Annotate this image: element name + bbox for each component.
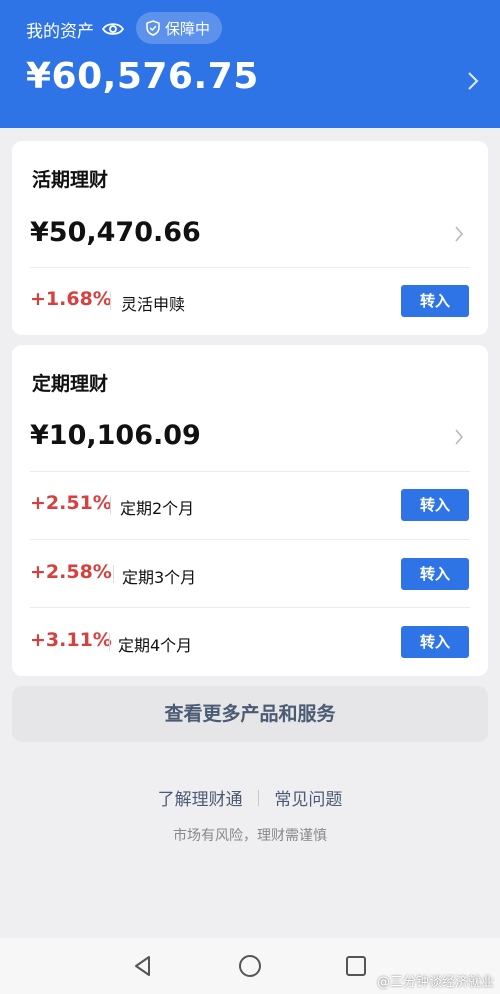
guard-label: 保障中: [165, 19, 211, 38]
chevron-right-icon[interactable]: [454, 428, 464, 446]
chevron-right-icon[interactable]: [454, 225, 464, 243]
recent-square-icon[interactable]: [342, 952, 370, 980]
product-row: +3.11% 定期4个月 转入: [12, 617, 488, 667]
divider: [113, 565, 114, 583]
shield-check-icon: [146, 20, 160, 36]
fixed-amount[interactable]: ¥10,106.09: [30, 420, 201, 451]
faq-link[interactable]: 常见问题: [274, 785, 342, 810]
divider: [30, 539, 470, 540]
asset-label: 我的资产: [26, 21, 94, 42]
guard-badge[interactable]: 保障中: [136, 12, 223, 44]
asset-label-row: 我的资产: [26, 14, 124, 44]
product-rate: +2.58%: [30, 561, 112, 583]
product-rate: +2.51%: [30, 492, 112, 514]
fixed-finance-card: 定期理财 ¥10,106.09 +2.51% 定期2个月 转入 +2.58% 定…: [12, 345, 488, 676]
product-label: 定期2个月: [120, 499, 195, 518]
divider: [30, 607, 470, 608]
current-card-title: 活期理财: [32, 169, 109, 191]
chevron-right-icon[interactable]: [466, 70, 480, 92]
transfer-in-button[interactable]: 转入: [401, 626, 469, 658]
product-rate: +3.11%: [30, 629, 112, 651]
product-row: +2.58% 定期3个月 转入: [12, 549, 488, 599]
divider: [30, 267, 470, 268]
asset-header: 我的资产 保障中 ¥60,576.75: [0, 0, 500, 128]
more-products-button[interactable]: 查看更多产品和服务: [12, 686, 488, 742]
watermark: @三分钟谈经济就业: [376, 975, 494, 990]
system-navbar: @三分钟谈经济就业: [0, 938, 500, 994]
fixed-card-title: 定期理财: [32, 373, 109, 395]
transfer-in-button[interactable]: 转入: [401, 489, 469, 521]
transfer-in-button[interactable]: 转入: [401, 285, 469, 317]
divider: [258, 789, 259, 806]
risk-notice: 市场有风险，理财需谨慎: [173, 828, 327, 844]
home-circle-icon[interactable]: [236, 952, 264, 980]
current-amount[interactable]: ¥50,470.66: [30, 217, 201, 248]
product-row: +2.51% 定期2个月 转入: [12, 480, 488, 530]
learn-link[interactable]: 了解理财通: [158, 785, 243, 810]
divider: [30, 471, 470, 472]
product-label: 定期4个月: [118, 636, 193, 655]
divider: [110, 496, 111, 514]
divider: [109, 633, 110, 651]
eye-icon[interactable]: [102, 21, 124, 37]
product-row: +1.68% 灵活申赎 转入: [12, 276, 488, 326]
back-triangle-icon[interactable]: [129, 952, 157, 980]
product-label: 定期3个月: [122, 568, 197, 587]
transfer-in-button[interactable]: 转入: [401, 558, 469, 590]
current-finance-card: 活期理财 ¥50,470.66 +1.68% 灵活申赎 转入: [12, 141, 488, 335]
divider: [110, 292, 111, 310]
total-assets-value[interactable]: ¥60,576.75: [26, 56, 259, 97]
product-label: 灵活申赎: [121, 295, 186, 314]
footer-links: 了解理财通 常见问题: [0, 785, 500, 810]
product-rate: +1.68%: [30, 288, 112, 310]
